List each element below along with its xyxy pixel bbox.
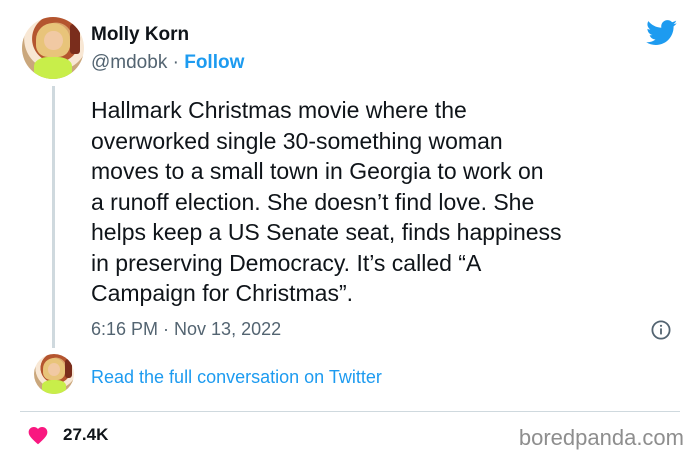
tweet-timestamp[interactable]: 6:16 PM · Nov 13, 2022	[91, 319, 281, 340]
avatar-shirt	[42, 379, 66, 394]
thread-line	[52, 86, 55, 348]
author-avatar[interactable]	[22, 17, 84, 79]
twitter-bird-icon[interactable]	[646, 20, 678, 46]
divider	[20, 411, 680, 412]
author-name[interactable]: Molly Korn	[91, 24, 189, 46]
watermark: boredpanda.com	[518, 425, 684, 450]
author-handle[interactable]: @mdobk	[91, 52, 167, 73]
like-count[interactable]: 27.4K	[63, 425, 108, 445]
read-conversation-link[interactable]: Read the full conversation on Twitter	[91, 367, 382, 388]
info-icon[interactable]	[651, 320, 671, 340]
conversation-avatar[interactable]	[34, 354, 74, 394]
tweet-text: Hallmark Christmas movie where the overw…	[91, 97, 562, 306]
avatar-background-frame	[70, 24, 81, 55]
avatar-background-frame	[65, 358, 72, 378]
handle-row: @mdobk · Follow	[91, 52, 244, 74]
avatar-shirt	[34, 56, 72, 79]
follow-button[interactable]: Follow	[184, 52, 244, 73]
handle-separator: ·	[167, 52, 185, 73]
heart-icon[interactable]	[27, 425, 49, 445]
avatar-face	[44, 30, 63, 51]
avatar-face	[48, 362, 61, 376]
